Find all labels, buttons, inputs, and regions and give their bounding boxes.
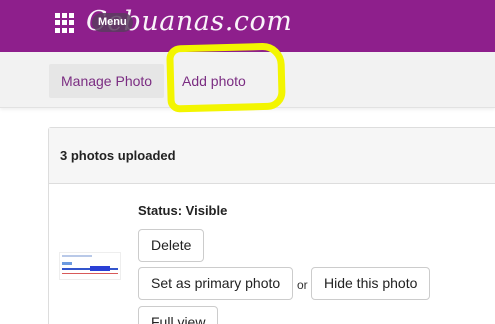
- delete-button[interactable]: Delete: [138, 229, 205, 262]
- photo-tabs-bar: Manage Photo Add photo: [0, 52, 495, 108]
- photo-thumbnail[interactable]: [59, 252, 121, 280]
- apps-grid-icon[interactable]: [55, 13, 75, 33]
- tab-manage-photo[interactable]: Manage Photo: [49, 64, 165, 98]
- tab-add-photo[interactable]: Add photo: [170, 64, 258, 98]
- card-title: 3 photos uploaded: [49, 128, 495, 184]
- full-view-button[interactable]: Full view: [138, 306, 219, 324]
- or-separator: or: [297, 278, 308, 292]
- hide-photo-button[interactable]: Hide this photo: [311, 267, 431, 300]
- photos-card: 3 photos uploaded Status: Visible Delete…: [48, 127, 495, 324]
- top-header-bar: Cebuanas.com Menu: [0, 0, 495, 52]
- photo-status: Status: Visible: [138, 203, 228, 218]
- set-primary-photo-button[interactable]: Set as primary photo: [138, 267, 294, 300]
- menu-button[interactable]: Menu: [92, 13, 133, 32]
